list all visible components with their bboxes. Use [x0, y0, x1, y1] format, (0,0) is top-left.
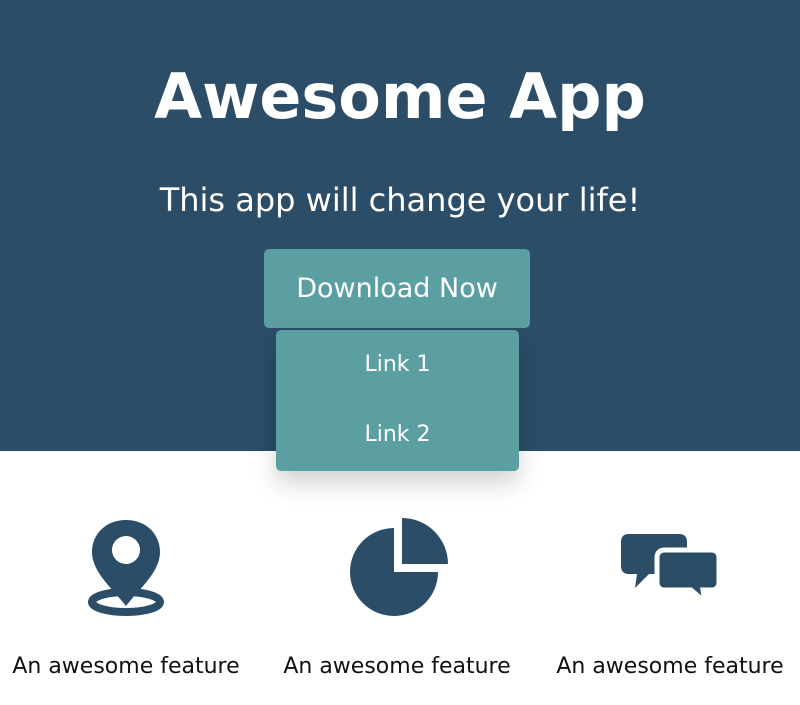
feature-label: An awesome feature — [283, 654, 511, 679]
feature-label: An awesome feature — [12, 654, 240, 679]
map-pin-icon — [0, 510, 259, 620]
page-title: Awesome App — [154, 60, 646, 133]
dropdown-link-2[interactable]: Link 2 — [276, 400, 519, 470]
pie-chart-icon — [264, 510, 530, 620]
feature-card-2: An awesome feature — [264, 510, 530, 700]
feature-label: An awesome feature — [556, 654, 784, 679]
chat-bubbles-icon — [537, 510, 800, 620]
download-dropdown-menu: Link 1 Link 2 — [276, 330, 519, 471]
feature-card-3: An awesome feature — [537, 510, 800, 700]
hero-subtitle: This app will change your life! — [159, 181, 641, 219]
feature-card-1: An awesome feature — [0, 510, 259, 700]
download-now-button[interactable]: Download Now — [264, 249, 530, 328]
dropdown-link-1[interactable]: Link 1 — [276, 330, 519, 400]
